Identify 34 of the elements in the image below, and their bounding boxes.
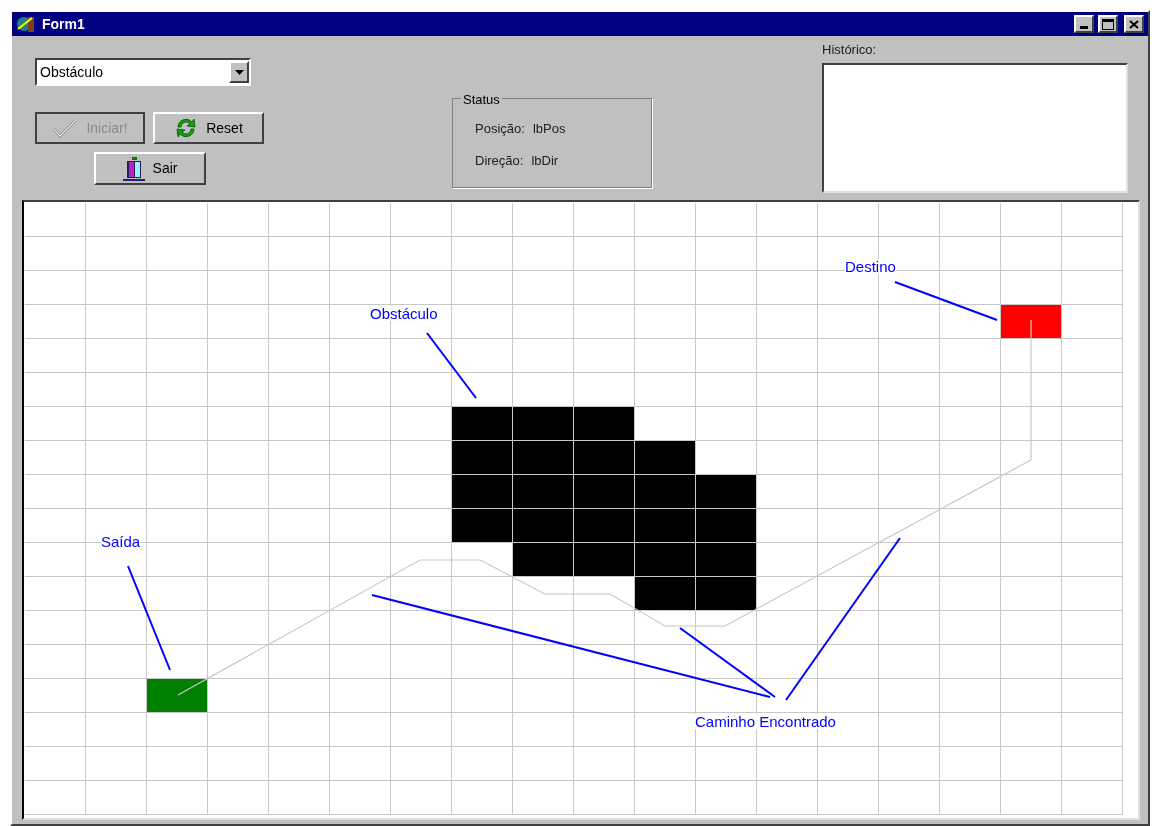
exit-button[interactable]: Sair (94, 152, 206, 185)
dropdown-button[interactable] (229, 61, 249, 83)
refresh-icon (174, 117, 199, 139)
obstacle-cell (513, 475, 574, 509)
status-label: Posição: (475, 120, 525, 138)
leader-line (426, 332, 477, 399)
obstacle-cell (635, 509, 696, 543)
status-value: lbPos (532, 120, 566, 138)
window-title: Form1 (42, 14, 86, 34)
obstacle-cell (635, 475, 696, 509)
close-button[interactable] (1124, 15, 1144, 33)
close-icon (1129, 19, 1139, 29)
caret-icon (234, 69, 244, 75)
minimize-button[interactable] (1074, 15, 1094, 33)
obstacle-cell (574, 441, 635, 475)
reset-button[interactable]: Reset (153, 112, 264, 144)
annotation-label: Destino (845, 259, 896, 274)
maximize-button[interactable] (1098, 15, 1118, 33)
obstacle-cell (574, 509, 635, 543)
checkmark-icon (52, 118, 79, 138)
obstacle-cell (635, 543, 696, 577)
obstacle-cell (513, 509, 574, 543)
annotation-label: Caminho Encontrado (695, 714, 836, 729)
door-icon (122, 156, 145, 181)
history-label: Histórico: (822, 41, 878, 59)
obstacle-cell (574, 475, 635, 509)
annotation-label: Obstáculo (370, 306, 438, 321)
minimize-icon (1080, 26, 1088, 29)
obstacle-cell (513, 441, 574, 475)
status-value: lbDir (531, 151, 559, 170)
status-label: Direção: (475, 151, 524, 170)
annotation-label: Saída (101, 534, 141, 549)
mode-dropdown[interactable]: Obstáculo (35, 58, 251, 86)
maximize-icon (1102, 18, 1114, 30)
